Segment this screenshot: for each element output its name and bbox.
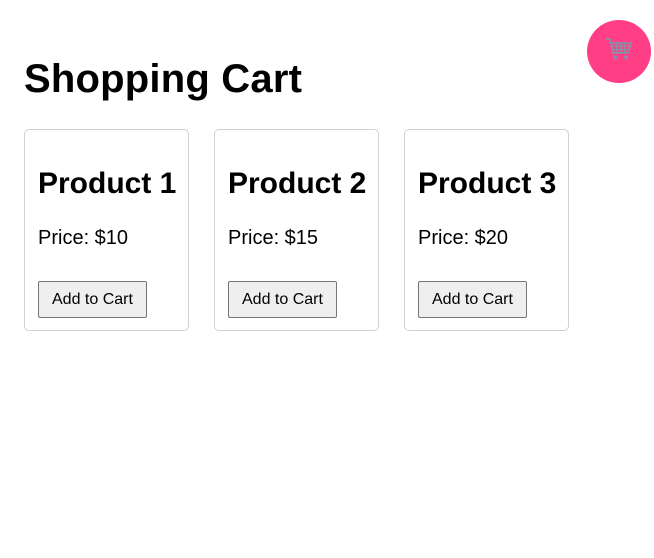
product-card: Product 2 Price: $15 Add to Cart: [214, 129, 379, 331]
cart-button[interactable]: [587, 20, 651, 83]
product-price: Price: $15: [228, 227, 319, 249]
product-card: Product 3 Price: $20 Add to Cart: [404, 129, 569, 331]
add-to-cart-button[interactable]: Add to Cart: [418, 281, 527, 318]
product-price: Price: $10: [38, 227, 129, 249]
product-price: Price: $20: [418, 227, 509, 249]
page-title: Shopping Cart: [24, 57, 303, 101]
shopping-cart-icon: [605, 36, 633, 67]
add-to-cart-button[interactable]: Add to Cart: [38, 281, 147, 318]
product-name: Product 3: [418, 167, 557, 200]
add-to-cart-button[interactable]: Add to Cart: [228, 281, 337, 318]
product-name: Product 2: [228, 167, 367, 200]
shopping-cart-page: Shopping Cart Product 1 Price: $10 Add t…: [0, 0, 654, 558]
product-list: Product 1 Price: $10 Add to Cart Product…: [24, 129, 569, 331]
product-name: Product 1: [38, 167, 177, 200]
product-card: Product 1 Price: $10 Add to Cart: [24, 129, 189, 331]
